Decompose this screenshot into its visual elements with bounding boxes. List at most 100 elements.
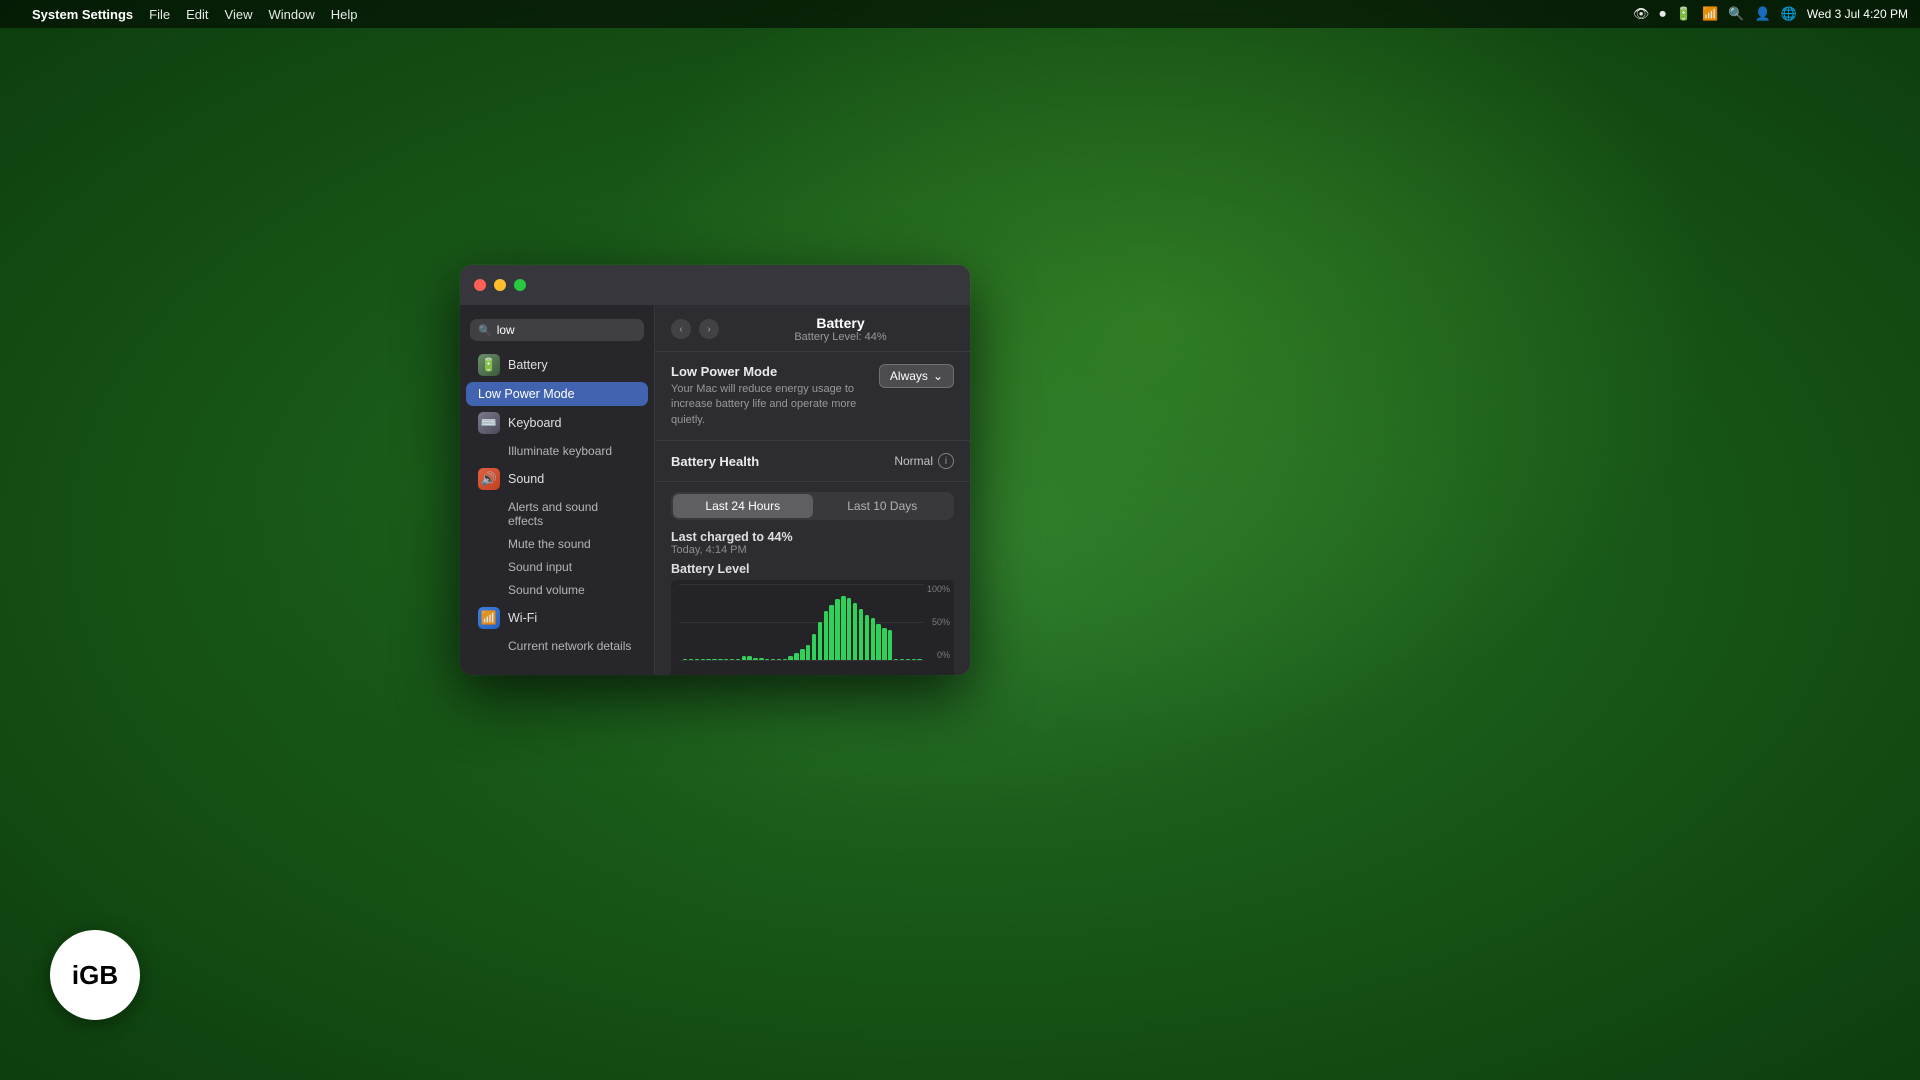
charge-subtitle: Today, 4:14 PM bbox=[671, 544, 954, 556]
search-input[interactable] bbox=[497, 323, 652, 337]
battery-bars-container bbox=[683, 584, 922, 660]
battery-bar bbox=[771, 659, 775, 661]
battery-bar bbox=[794, 653, 798, 661]
user-icon[interactable]: 👤 bbox=[1754, 6, 1770, 22]
sidebar-battery-label: Battery bbox=[508, 358, 548, 372]
sidebar-mute-label: Mute the sound bbox=[508, 537, 591, 551]
low-power-mode-section: Low Power Mode Your Mac will reduce ener… bbox=[655, 352, 970, 441]
menu-window[interactable]: Window bbox=[268, 7, 314, 22]
battery-bar bbox=[783, 659, 787, 661]
sidebar-item-illuminate-keyboard[interactable]: Illuminate keyboard bbox=[466, 440, 648, 462]
menubar: System Settings File Edit View Window He… bbox=[0, 0, 1920, 28]
main-content: ‹ › Battery Battery Level: 44% Low Power… bbox=[655, 305, 970, 675]
dropdown-arrow-icon: ⌄ bbox=[933, 369, 943, 383]
battery-bar bbox=[912, 659, 916, 660]
sidebar-item-mute[interactable]: Mute the sound bbox=[466, 533, 648, 555]
battery-bar bbox=[695, 659, 699, 660]
battery-bar bbox=[829, 605, 833, 660]
battery-bar bbox=[806, 645, 810, 660]
battery-bar bbox=[876, 624, 880, 660]
battery-bar bbox=[742, 656, 746, 660]
sidebar-item-network-details[interactable]: Current network details bbox=[466, 635, 648, 657]
search-container: 🔍 ✕ bbox=[460, 315, 654, 349]
battery-bar bbox=[906, 659, 910, 660]
battery-bar bbox=[753, 658, 757, 660]
sidebar-item-wifi[interactable]: 📶 Wi-Fi bbox=[466, 602, 648, 634]
battery-bar bbox=[882, 628, 886, 660]
window-titlebar bbox=[460, 265, 970, 305]
dropdown-label: Always bbox=[890, 369, 928, 383]
sidebar-item-keyboard[interactable]: ⌨️ Keyboard bbox=[466, 407, 648, 439]
close-button[interactable] bbox=[474, 279, 486, 291]
tab-24h[interactable]: Last 24 Hours bbox=[673, 494, 813, 518]
wifi-icon: 📶 bbox=[478, 607, 500, 629]
health-value-wrap: Normal i bbox=[894, 453, 954, 469]
menu-file[interactable]: File bbox=[149, 7, 170, 22]
app-name-label: System Settings bbox=[32, 7, 133, 22]
battery-bar bbox=[871, 618, 875, 660]
chart-area: Last charged to 44% Today, 4:14 PM Batte… bbox=[655, 526, 970, 675]
datetime-display: Wed 3 Jul 4:20 PM bbox=[1807, 7, 1908, 21]
sidebar-illuminate-label: Illuminate keyboard bbox=[508, 444, 612, 458]
igb-logo-text: iGB bbox=[72, 960, 118, 991]
sidebar-item-sound[interactable]: 🔊 Sound bbox=[466, 463, 648, 495]
back-icon: ‹ bbox=[679, 324, 682, 335]
battery-bar bbox=[765, 659, 769, 661]
menubar-left: System Settings File Edit View Window He… bbox=[12, 7, 357, 22]
sidebar-item-sound-volume[interactable]: Sound volume bbox=[466, 579, 648, 601]
forward-button[interactable]: › bbox=[699, 319, 719, 339]
battery-bar bbox=[859, 609, 863, 661]
tab-10d[interactable]: Last 10 Days bbox=[813, 494, 953, 518]
sidebar-wifi-label: Wi-Fi bbox=[508, 611, 537, 625]
sidebar-item-low-power-mode[interactable]: Low Power Mode bbox=[466, 382, 648, 406]
low-power-mode-desc: Your Mac will reduce energy usage to inc… bbox=[671, 382, 869, 428]
low-power-mode-text-area: Low Power Mode Your Mac will reduce ener… bbox=[671, 364, 869, 428]
battery-bar bbox=[841, 596, 845, 661]
page-subtitle: Battery Level: 44% bbox=[727, 331, 954, 343]
keyboard-icon: ⌨️ bbox=[478, 412, 500, 434]
battery-bar bbox=[712, 659, 716, 660]
eye-icon: 👁 bbox=[1633, 6, 1650, 22]
low-power-mode-label: Low Power Mode bbox=[671, 364, 869, 379]
sidebar-low-power-label: Low Power Mode bbox=[478, 387, 575, 401]
search-icon[interactable]: 🔍 bbox=[1728, 6, 1744, 22]
battery-icon: 🔋 bbox=[478, 354, 500, 376]
battery-bar bbox=[701, 659, 705, 660]
sidebar-item-alerts[interactable]: Alerts and sound effects bbox=[466, 496, 648, 532]
low-power-mode-dropdown[interactable]: Always ⌄ bbox=[879, 364, 954, 388]
wifi-icon[interactable]: 📶 bbox=[1702, 6, 1718, 22]
battery-bar bbox=[894, 659, 898, 660]
maximize-button[interactable] bbox=[514, 279, 526, 291]
battery-bar bbox=[900, 659, 904, 660]
y-label-0: 0% bbox=[927, 650, 950, 660]
sidebar-item-battery[interactable]: 🔋 Battery bbox=[466, 349, 648, 381]
battery-chart: 100% 50% 0% bbox=[671, 580, 954, 675]
battery-icon[interactable]: 🔋 bbox=[1676, 6, 1692, 22]
charge-title: Last charged to 44% bbox=[671, 530, 954, 544]
menu-edit[interactable]: Edit bbox=[186, 7, 208, 22]
page-title: Battery bbox=[727, 315, 954, 331]
globe-icon[interactable]: 🌐 bbox=[1781, 6, 1797, 22]
back-button[interactable]: ‹ bbox=[671, 319, 691, 339]
forward-icon: › bbox=[707, 324, 710, 335]
menu-view[interactable]: View bbox=[225, 7, 253, 22]
search-input-wrap[interactable]: 🔍 ✕ bbox=[470, 319, 644, 341]
content-header: ‹ › Battery Battery Level: 44% bbox=[655, 305, 970, 352]
sound-icon: 🔊 bbox=[478, 468, 500, 490]
battery-bar bbox=[788, 656, 792, 660]
sidebar: 🔍 ✕ 🔋 Battery Low Power Mode ⌨️ Keyboard bbox=[460, 305, 655, 675]
battery-bar bbox=[689, 659, 693, 660]
menu-help[interactable]: Help bbox=[331, 7, 358, 22]
battery-bar bbox=[777, 659, 781, 661]
menubar-right: 👁 ⏺ 🔋 📶 🔍 👤 🌐 Wed 3 Jul 4:20 PM bbox=[1633, 6, 1908, 22]
info-icon[interactable]: i bbox=[938, 453, 954, 469]
battery-bar bbox=[683, 659, 687, 660]
battery-y-labels: 100% 50% 0% bbox=[927, 584, 950, 660]
tab-bar: Last 24 Hours Last 10 Days bbox=[671, 492, 954, 520]
battery-bar bbox=[824, 611, 828, 660]
minimize-button[interactable] bbox=[494, 279, 506, 291]
battery-health-label: Battery Health bbox=[671, 454, 759, 469]
battery-health-value: Normal bbox=[894, 454, 933, 468]
battery-bar bbox=[736, 659, 740, 660]
sidebar-item-sound-input[interactable]: Sound input bbox=[466, 556, 648, 578]
